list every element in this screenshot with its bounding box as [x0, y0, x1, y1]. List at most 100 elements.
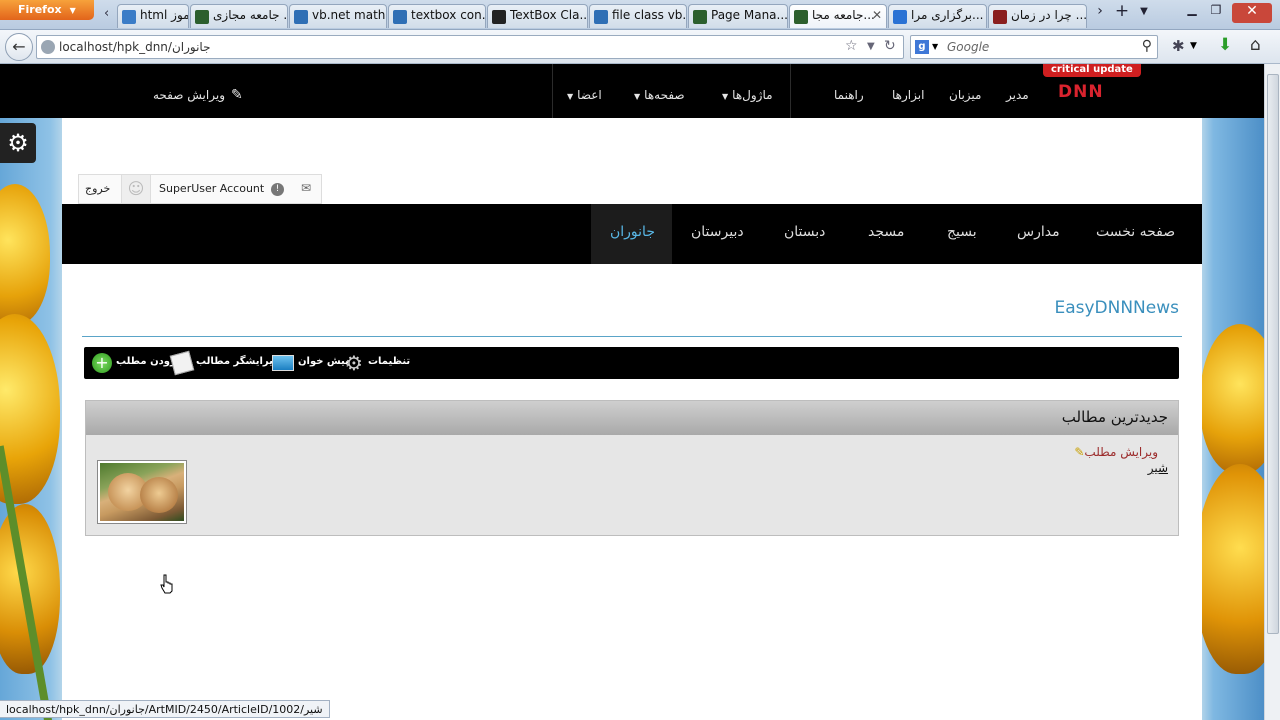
browser-tab[interactable]: چرا در زمان ... [988, 4, 1087, 28]
gear-icon[interactable]: ⚙ [0, 123, 36, 163]
close-icon[interactable]: ✕ [872, 8, 882, 22]
article-thumbnail-lions[interactable] [98, 461, 186, 523]
browser-tab[interactable]: TextBox Cla... [487, 4, 588, 28]
pages-dropdown[interactable]: صفحه‌ها▼ [634, 88, 685, 102]
user-bar: خروج ☺ SuperUser Account ! ✉ [78, 174, 322, 204]
user-name-link[interactable]: SuperUser Account [159, 182, 264, 195]
monitor-icon[interactable] [272, 355, 294, 371]
modules-dropdown[interactable]: ماژول‌ها▼ [722, 88, 773, 102]
edit-article-link[interactable]: ✎ویرایش مطلب [1070, 445, 1158, 459]
chevron-down-icon[interactable]: ▼ [1190, 41, 1197, 51]
browser-tab-active[interactable]: جامعه مجا... ✕ [789, 4, 887, 28]
google-icon[interactable]: g [915, 40, 929, 54]
search-icon[interactable]: ⚲ [1142, 38, 1152, 54]
add-plus-icon[interactable]: + [92, 353, 112, 373]
edit-page-button[interactable]: ویرایش صفحه ✎ [153, 87, 243, 103]
pages-label: صفحه‌ها [644, 88, 685, 102]
mail-icon[interactable]: ✉ [301, 181, 311, 195]
divider [552, 64, 553, 118]
browser-tab-strip: Firefox▼ ‹ html آموز... جامعه مجازی ... … [0, 0, 1280, 30]
tab-scroll-right-icon[interactable]: › [1093, 3, 1107, 23]
menu-host[interactable]: میزبان [949, 88, 981, 102]
menu-item-basij[interactable]: بسیج [947, 224, 977, 240]
menu-tools[interactable]: ابزارها [892, 88, 924, 102]
avatar[interactable]: ☺ [121, 175, 151, 203]
globe-icon [41, 40, 55, 54]
menu-help[interactable]: راهنما [834, 88, 864, 102]
browser-tab[interactable]: جامعه مجازی ... [190, 4, 288, 28]
tulip-background [1195, 464, 1264, 674]
new-tab-icon[interactable]: + [1113, 1, 1131, 21]
url-text[interactable]: localhost/hpk_dnn/جانوران [59, 40, 211, 54]
tab-favicon-icon [195, 10, 209, 24]
status-link-text: localhost/hpk_dnn/جانوران/ArtMID/2450/Ar… [6, 703, 323, 716]
minimize-icon[interactable]: ▁ [1180, 2, 1204, 22]
tab-favicon-icon [993, 10, 1007, 24]
latest-articles-panel: جدیدترین مطالب ✎ویرایش مطلب شیر [85, 400, 1179, 536]
users-dropdown[interactable]: اعضا▼ [567, 88, 602, 102]
tab-label: TextBox Cla... [510, 8, 588, 22]
settings-button[interactable]: تنظیمات [368, 356, 410, 367]
tab-list-icon[interactable]: ▼ [1137, 6, 1151, 26]
engine-dropdown-icon[interactable]: ▼ [932, 42, 938, 51]
download-arrow-icon[interactable]: ⬇ [1218, 35, 1232, 55]
tab-favicon-icon [893, 10, 907, 24]
caret-down-icon: ▼ [722, 92, 729, 101]
module-title: EasyDNNNews [1054, 298, 1179, 318]
browser-tab[interactable]: textbox con... [388, 4, 486, 28]
tab-favicon-icon [122, 10, 136, 24]
menu-item-schools[interactable]: مدارس [1017, 224, 1060, 240]
module-toolbar: + افزودن مطلب ویرایشگر مطالب پیش خوان ⚙ … [84, 347, 1179, 379]
search-bar[interactable]: g ▼ Google ⚲ [910, 35, 1158, 59]
bookmarks-menu-icon[interactable]: ✱ [1172, 37, 1185, 55]
caret-down-icon: ▼ [634, 92, 641, 101]
settings-gear-icon[interactable]: ⚙ [344, 353, 364, 373]
search-input[interactable]: Google [947, 40, 989, 54]
page-scrollbar[interactable] [1264, 64, 1280, 720]
modules-label: ماژول‌ها [732, 88, 773, 102]
notification-icon[interactable]: ! [271, 183, 284, 196]
back-arrow-icon[interactable]: ← [5, 33, 33, 61]
hand-cursor-icon [160, 574, 173, 594]
browser-tab[interactable]: برگزاری مرا... [888, 4, 987, 28]
logout-link[interactable]: خروج [85, 182, 110, 195]
documents-icon[interactable] [169, 350, 195, 376]
article-editor-button[interactable]: ویرایشگر مطالب [196, 356, 279, 367]
browser-tab[interactable]: vb.net math... [289, 4, 387, 28]
browser-tab[interactable]: html آموز... [117, 4, 189, 28]
menu-item-mosque[interactable]: مسجد [868, 224, 904, 240]
history-dropdown-icon[interactable]: ▼ [867, 41, 875, 52]
tab-label: برگزاری مرا... [911, 8, 984, 22]
tulip-background [0, 184, 50, 324]
tab-favicon-icon [294, 10, 308, 24]
tab-favicon-icon [492, 10, 506, 24]
tab-label: vb.net math... [312, 8, 386, 22]
title-divider [82, 336, 1182, 337]
browser-tab[interactable]: file class vb... [589, 4, 687, 28]
reload-icon[interactable]: ↻ [884, 38, 896, 54]
pencil-icon: ✎ [1074, 445, 1085, 459]
menu-item-primary-school[interactable]: دبستان [784, 224, 825, 240]
chevron-down-icon: ▼ [69, 6, 76, 15]
home-icon[interactable]: ⌂ [1250, 35, 1261, 55]
menu-item-home[interactable]: صفحه نخست [1096, 224, 1175, 240]
firefox-menu-button[interactable]: Firefox ▼ [0, 0, 94, 20]
article-title-link[interactable]: شیر [1148, 461, 1168, 475]
menu-item-high-school[interactable]: دبیرستان [691, 224, 744, 240]
menu-item-animals[interactable]: جانوران [610, 224, 655, 240]
menu-admin[interactable]: مدیر [1006, 88, 1029, 102]
preview-button[interactable]: پیش خوان [298, 356, 349, 367]
tulip-background [0, 504, 60, 674]
critical-update-badge[interactable]: critical update [1043, 64, 1141, 77]
dnn-logo[interactable]: DNN [1058, 82, 1104, 102]
scrollbar-thumb[interactable] [1267, 74, 1279, 634]
bookmark-star-icon[interactable]: ☆ [845, 38, 858, 54]
caret-down-icon: ▼ [567, 92, 574, 101]
restore-icon[interactable]: ❐ [1204, 3, 1228, 23]
url-bar[interactable]: localhost/hpk_dnn/جانوران ☆ ▼ ↻ [36, 35, 904, 59]
tab-scroll-left-icon[interactable]: ‹ [104, 6, 109, 21]
tab-favicon-icon [693, 10, 707, 24]
browser-tab[interactable]: Page Mana... [688, 4, 788, 28]
tulip-background [1200, 324, 1264, 474]
window-close-icon[interactable]: ✕ [1232, 3, 1272, 23]
